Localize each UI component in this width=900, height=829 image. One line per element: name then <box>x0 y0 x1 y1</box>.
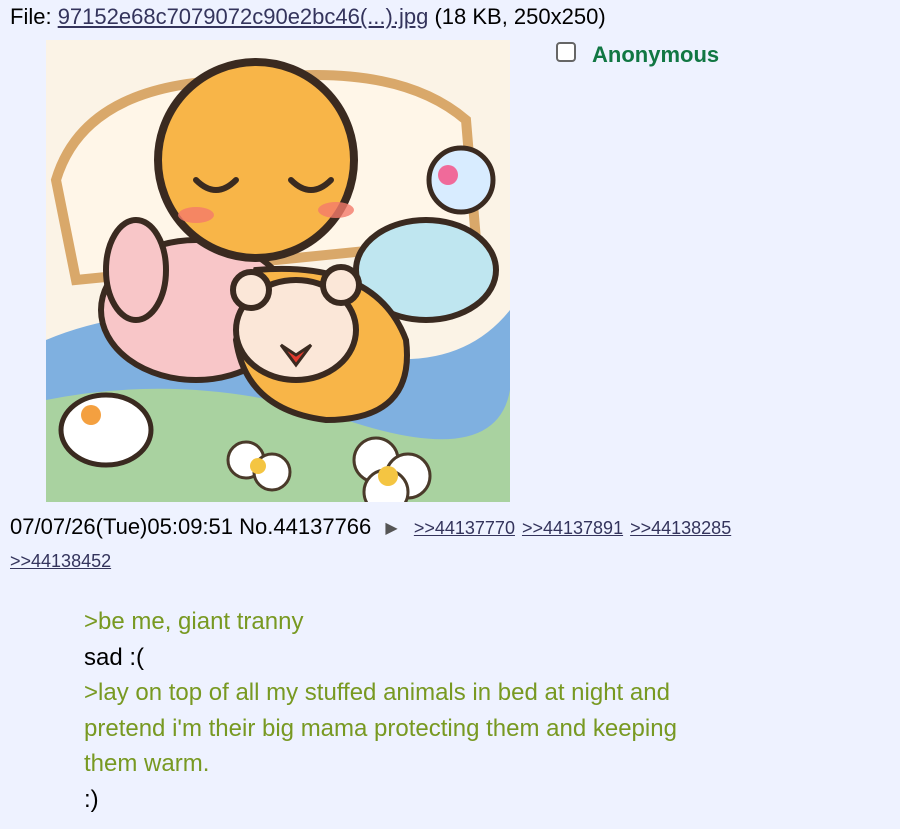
post-info: 07/07/26(Tue)05:09:51 No.44137766 ▶ >>44… <box>10 514 733 540</box>
file-link[interactable]: 97152e68c7079072c90e2bc46(...).jpg <box>58 4 429 29</box>
backlink[interactable]: >>44138285 <box>630 518 731 538</box>
checkbox-icon[interactable] <box>556 42 576 62</box>
backlink[interactable]: >>44138452 <box>10 551 111 572</box>
poster-name: Anonymous <box>592 42 720 67</box>
post-datetime: 07/07/26(Tue)05:09:51 <box>10 514 234 539</box>
post-message: >be me, giant tranny sad :( >lay on top … <box>84 604 804 817</box>
greentext-line: >be me, giant tranny <box>84 608 304 635</box>
backlinks: >>44137770 >>44137891 >>44138285 <box>414 518 733 538</box>
file-meta: (18 KB, 250x250) <box>428 4 606 29</box>
greentext-line: >lay on top of all my stuffed animals in… <box>84 679 670 706</box>
menu-arrow-icon[interactable]: ▶ <box>385 518 397 538</box>
message-line: :) <box>84 785 99 813</box>
post-thumbnail[interactable] <box>46 40 510 502</box>
file-label: File: <box>10 4 58 29</box>
thumbnail-illustration <box>46 40 510 502</box>
file-info: File: 97152e68c7079072c90e2bc46(...).jpg… <box>10 4 606 30</box>
backlink[interactable]: >>44137891 <box>522 518 623 538</box>
backlink[interactable]: >>44137770 <box>414 518 515 538</box>
greentext-line: pretend i'm their big mama protecting th… <box>84 714 677 742</box>
greentext-line: them warm. <box>84 750 210 777</box>
post-number[interactable]: No.44137766 <box>239 514 371 539</box>
message-line: sad :( <box>84 643 145 671</box>
